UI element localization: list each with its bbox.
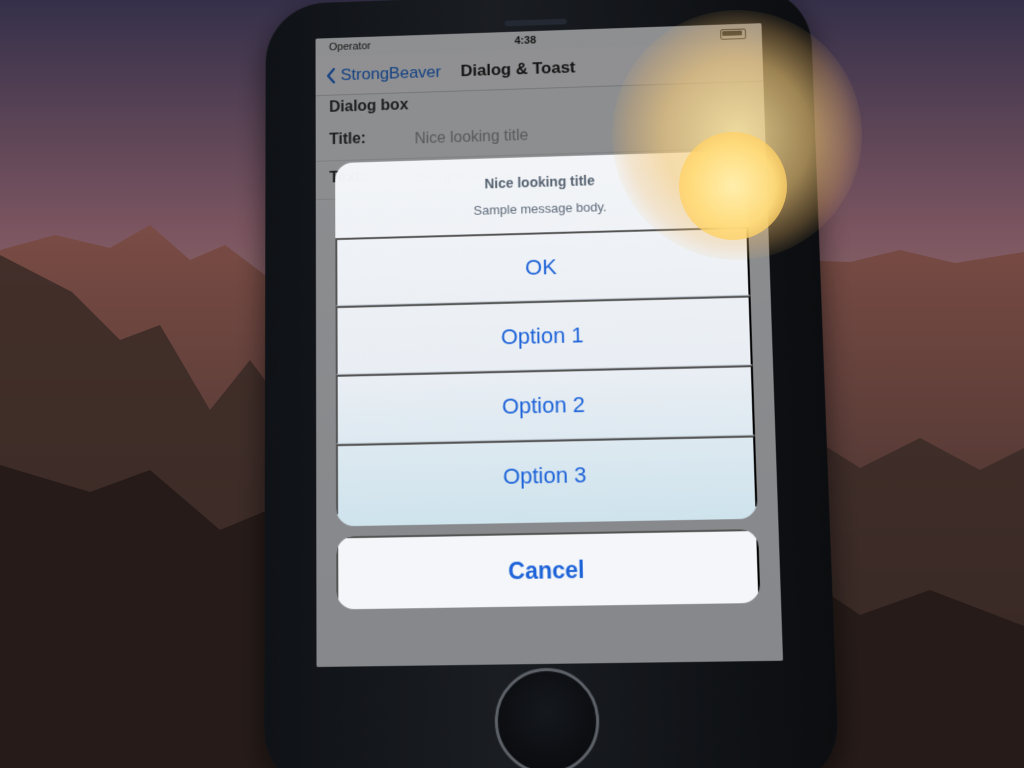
earpiece-speaker [504,18,567,27]
dialog-title: Nice looking title [484,172,595,192]
ok-button[interactable]: OK [335,226,751,307]
option-2-button[interactable]: Option 2 [335,365,756,445]
home-button-icon[interactable] [494,667,601,768]
cancel-button[interactable]: Cancel [336,528,761,610]
option-1-button[interactable]: Option 1 [335,295,753,375]
phone-screen: Operator 4:38 StrongBeaver Dialog & Toas… [315,23,784,668]
dialog-message: Sample message body. [473,199,607,218]
cancel-sheet: Cancel [336,528,761,610]
dialog-header: Nice looking title Sample message body. [335,150,749,240]
action-sheet-dialog: Nice looking title Sample message body. … [335,150,758,527]
option-3-button[interactable]: Option 3 [335,435,758,515]
iphone-device: Operator 4:38 StrongBeaver Dialog & Toas… [264,0,840,768]
